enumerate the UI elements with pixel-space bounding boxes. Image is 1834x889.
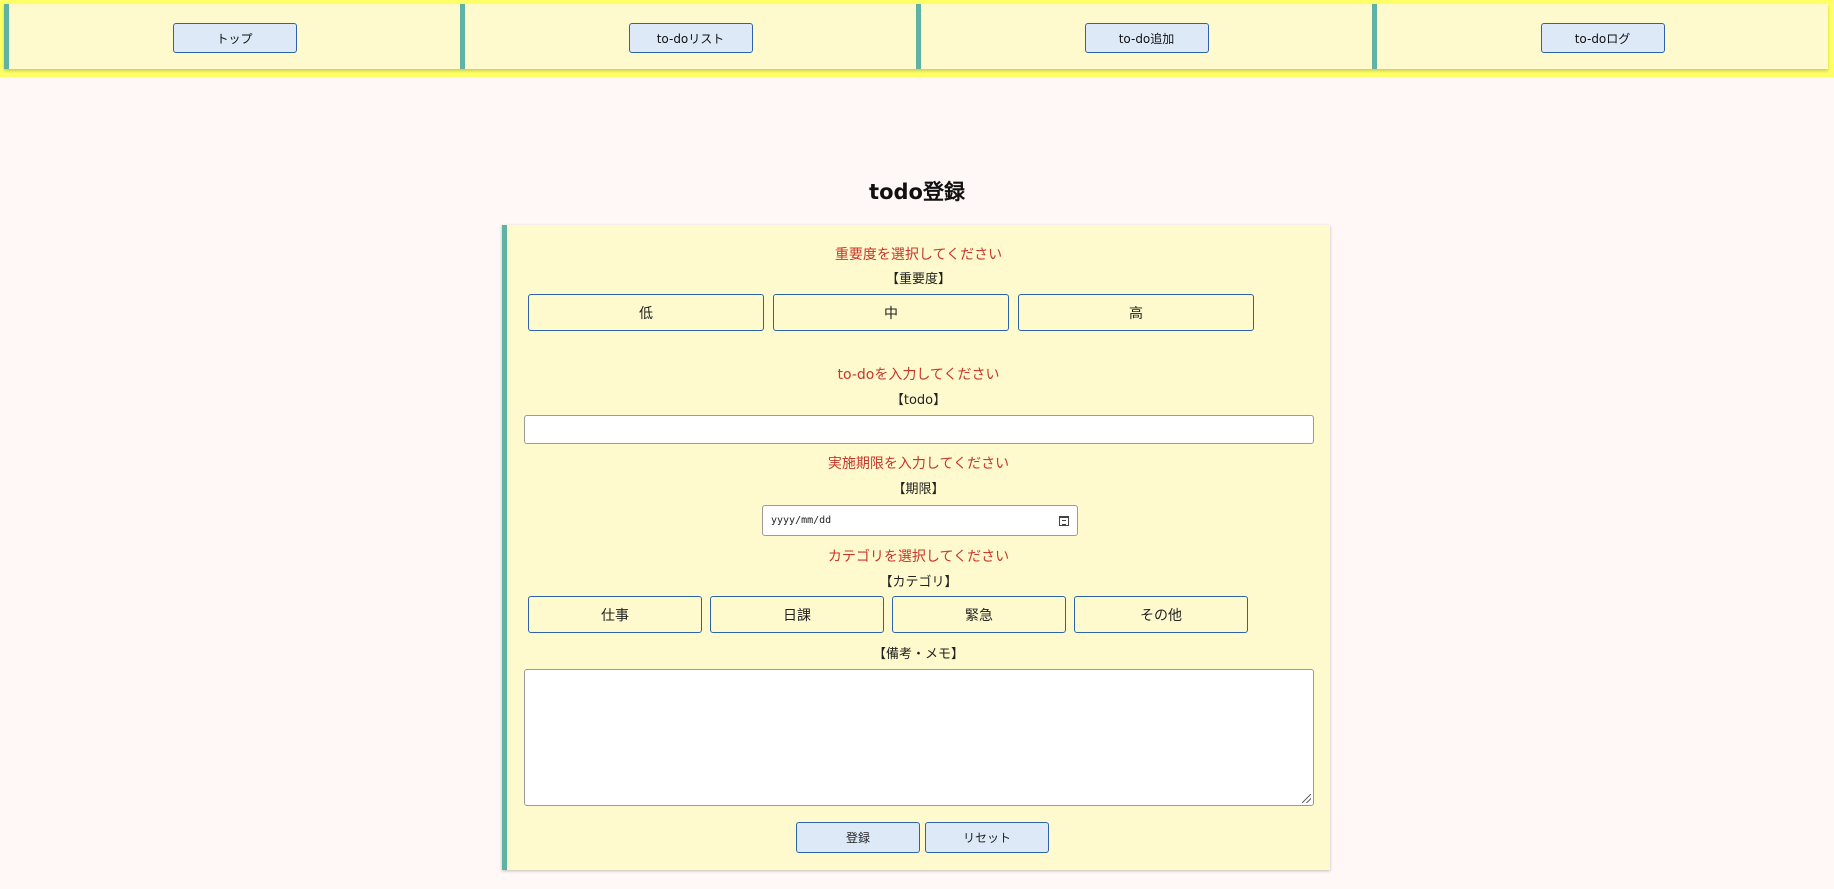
deadline-date-input[interactable]: yyyy/mm/dd <box>762 505 1078 536</box>
resize-handle-icon[interactable] <box>1302 794 1311 803</box>
deadline-label: 【期限】 <box>892 482 945 497</box>
priority-high-button[interactable]: 高 <box>1018 294 1254 331</box>
nav-button-todo-list[interactable]: to-doリスト <box>628 23 753 53</box>
nav-button-top[interactable]: トップ <box>172 23 297 53</box>
nav-button-todo-log[interactable]: to-doログ <box>1540 23 1665 53</box>
category-warning: カテゴリを選択してください <box>827 549 1010 565</box>
category-urgent-button[interactable]: 緊急 <box>892 596 1066 633</box>
date-placeholder: yyyy/mm/dd <box>771 515 832 526</box>
todo-form-panel: 重要度を選択してください 【重要度】 低 中 高 to-doを入力してください … <box>502 225 1330 870</box>
category-label: 【カテゴリ】 <box>879 575 958 590</box>
priority-label: 【重要度】 <box>885 272 951 287</box>
category-work-button[interactable]: 仕事 <box>528 596 702 633</box>
todo-label: 【todo】 <box>890 393 947 408</box>
priority-low-button[interactable]: 低 <box>528 294 764 331</box>
deadline-warning: 実施期限を入力してください <box>827 456 1010 472</box>
top-nav-bar: トップ to-doリスト to-do追加 to-doログ <box>0 0 1834 77</box>
nav-container: トップ to-doリスト to-do追加 to-doログ <box>4 4 1828 69</box>
nav-cell-list: to-doリスト <box>460 4 916 69</box>
page-title: todo登録 <box>869 180 965 204</box>
calendar-icon[interactable] <box>1059 515 1069 526</box>
nav-cell-top: トップ <box>4 4 460 69</box>
nav-cell-log: to-doログ <box>1372 4 1828 69</box>
memo-label: 【備考・メモ】 <box>872 647 964 662</box>
memo-textarea[interactable] <box>524 669 1314 806</box>
category-routine-button[interactable]: 日課 <box>710 596 884 633</box>
priority-warning: 重要度を選択してください <box>834 247 1003 263</box>
register-button[interactable]: 登録 <box>796 822 920 853</box>
nav-cell-add: to-do追加 <box>916 4 1372 69</box>
todo-warning: to-doを入力してください <box>837 367 1000 383</box>
nav-button-todo-add[interactable]: to-do追加 <box>1084 23 1209 53</box>
category-other-button[interactable]: その他 <box>1074 596 1248 633</box>
todo-input[interactable] <box>524 415 1314 444</box>
priority-medium-button[interactable]: 中 <box>773 294 1009 331</box>
reset-button[interactable]: リセット <box>925 822 1049 853</box>
